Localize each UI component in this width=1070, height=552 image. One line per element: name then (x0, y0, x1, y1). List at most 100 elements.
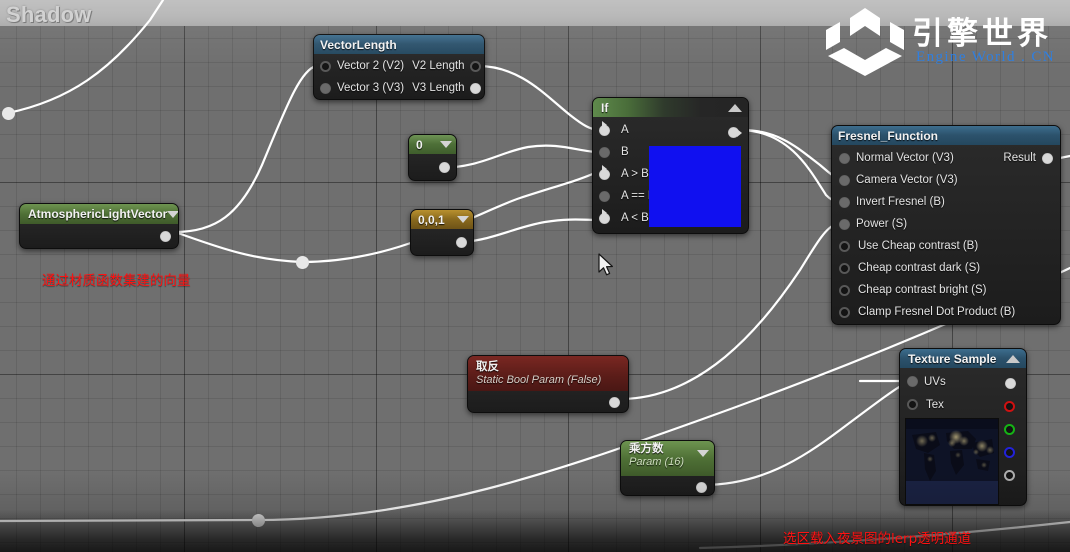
node-header: VectorLength (314, 35, 484, 54)
pin-row[interactable]: A (593, 119, 748, 141)
node-vectorlength[interactable]: VectorLength Vector 2 (V2) V2 Length Vec… (313, 34, 485, 100)
output-pin-a-icon[interactable] (1004, 470, 1015, 481)
output-pin-b-icon[interactable] (1004, 447, 1015, 458)
pin-label: Use Cheap contrast (B) (858, 240, 979, 252)
pin-row[interactable]: Power (S) (832, 213, 1060, 235)
reroute-dot[interactable] (2, 107, 15, 120)
chevron-down-icon[interactable] (167, 210, 178, 218)
node-static-bool-param[interactable]: 取反 Static Bool Param (False) (467, 355, 629, 413)
pin-label: A > B (621, 168, 649, 180)
reroute-dot[interactable] (296, 256, 309, 269)
output-pin-icon[interactable] (728, 127, 742, 138)
annotation-vector-note: 通过材质函数集建的向量 (42, 273, 191, 289)
pin-label: B (621, 146, 629, 158)
pin-label: Tex (926, 398, 944, 411)
input-pin-icon[interactable] (599, 190, 610, 202)
chevron-down-icon[interactable] (440, 141, 452, 148)
input-pin-icon[interactable] (599, 168, 610, 180)
input-pin-icon[interactable] (599, 212, 610, 224)
node-title: Texture Sample (908, 351, 997, 366)
input-pin-icon[interactable] (839, 196, 850, 208)
node-body: Normal Vector (V3) Result Camera Vector … (832, 147, 1060, 323)
input-pin-icon[interactable] (839, 240, 850, 252)
node-preview-swatch (649, 146, 741, 227)
pin-label: Vector 3 (V3) (337, 82, 405, 94)
pin-row[interactable]: Use Cheap contrast (B) (832, 235, 1060, 257)
output-pin-icon[interactable] (160, 231, 171, 242)
node-atmosphericlightvector[interactable]: AtmosphericLightVector (19, 203, 179, 249)
pin-label: V3 Length (412, 82, 465, 94)
node-power-param[interactable]: 乘方数 Param (16) (620, 440, 715, 496)
input-pin-icon[interactable] (839, 174, 850, 186)
node-constant-001[interactable]: 0,0,1 (410, 209, 474, 256)
input-pin-icon[interactable] (907, 399, 918, 410)
texture-thumbnail (905, 418, 999, 505)
output-pin-g-icon[interactable] (1004, 424, 1015, 435)
output-pin-rgb-icon[interactable] (1005, 378, 1016, 389)
output-pin-icon[interactable] (469, 60, 481, 72)
pin-label: Invert Fresnel (B) (856, 196, 945, 208)
input-pin-icon[interactable] (839, 284, 850, 296)
pin-row[interactable]: Invert Fresnel (B) (832, 191, 1060, 213)
pin-row[interactable]: Clamp Fresnel Dot Product (B) (832, 301, 1060, 323)
pin-row[interactable]: Cheap contrast bright (S) (832, 279, 1060, 301)
node-title: VectorLength (320, 37, 397, 52)
node-body: UVs Tex (900, 370, 1026, 508)
reroute-dot[interactable] (252, 514, 265, 527)
output-pin-icon[interactable] (1042, 152, 1053, 164)
node-if[interactable]: If A B A > B A == B A < B (592, 97, 749, 234)
node-header: 乘方数 Param (16) (621, 441, 714, 476)
output-pin-icon[interactable] (456, 237, 467, 248)
output-pin-r-icon[interactable] (1004, 401, 1015, 412)
chevron-down-icon[interactable] (457, 216, 469, 223)
pin-row[interactable]: Camera Vector (V3) (832, 169, 1060, 191)
pin-row[interactable]: Vector 3 (V3) V3 Length (314, 77, 484, 99)
node-fresnel-function[interactable]: Fresnel_Function Normal Vector (V3) Resu… (831, 125, 1061, 325)
annotation-lerp-note: 选区载入夜景图的lerp透明通道 (783, 531, 972, 547)
input-pin-icon[interactable] (599, 124, 610, 136)
node-title: Fresnel_Function (838, 128, 939, 143)
node-header: 取反 Static Bool Param (False) (468, 356, 628, 391)
node-header: AtmosphericLightVector (20, 204, 178, 224)
output-pin-icon[interactable] (469, 82, 481, 94)
node-texture-sample[interactable]: Texture Sample UVs Tex (899, 348, 1027, 506)
input-pin-icon[interactable] (907, 376, 918, 387)
world-night-lights-image (906, 419, 998, 504)
pin-row[interactable]: Cheap contrast dark (S) (832, 257, 1060, 279)
node-body (409, 154, 456, 181)
pin-label: Cheap contrast bright (S) (858, 284, 987, 296)
chevron-up-icon[interactable] (1006, 354, 1020, 363)
watermark: 引擎世界 Engine World . CN (816, 2, 1066, 78)
output-pin-label: Result (1003, 152, 1036, 164)
node-header: 0,0,1 (411, 210, 473, 229)
output-pin-icon[interactable] (439, 162, 450, 173)
input-pin-icon[interactable] (599, 146, 610, 158)
node-title: If (601, 100, 609, 115)
output-pin-icon[interactable] (696, 482, 707, 493)
pin-label: Cheap contrast dark (S) (858, 262, 981, 274)
input-pin-icon[interactable] (320, 82, 331, 94)
node-body: Vector 2 (V2) V2 Length Vector 3 (V3) V3… (314, 55, 484, 99)
output-pin-icon[interactable] (609, 397, 620, 408)
node-constant-zero[interactable]: 0 (408, 134, 457, 181)
node-body (621, 476, 714, 498)
input-pin-icon[interactable] (839, 218, 850, 230)
node-header: 0 (409, 135, 456, 154)
input-pin-icon[interactable] (839, 306, 850, 318)
pin-row[interactable]: Vector 2 (V2) V2 Length (314, 55, 484, 77)
pin-row[interactable]: Normal Vector (V3) Result (832, 147, 1060, 169)
input-pin-icon[interactable] (839, 152, 850, 164)
input-pin-icon[interactable] (320, 60, 331, 72)
node-title: 乘方数 (629, 443, 664, 455)
engine-world-logo-icon (826, 8, 904, 76)
chevron-up-icon[interactable] (728, 103, 742, 112)
node-body: A B A > B A == B A < B (593, 119, 748, 236)
material-graph-canvas[interactable]: VectorLength Vector 2 (V2) V2 Length Vec… (0, 0, 1070, 552)
node-title: AtmosphericLightVector (28, 207, 168, 221)
pin-label: Normal Vector (V3) (856, 152, 954, 164)
pin-label: Camera Vector (V3) (856, 174, 958, 186)
chevron-down-icon[interactable] (697, 450, 709, 457)
input-pin-icon[interactable] (839, 262, 850, 274)
watermark-chinese-text: 引擎世界 (912, 16, 1052, 52)
node-title: 0 (416, 137, 423, 152)
